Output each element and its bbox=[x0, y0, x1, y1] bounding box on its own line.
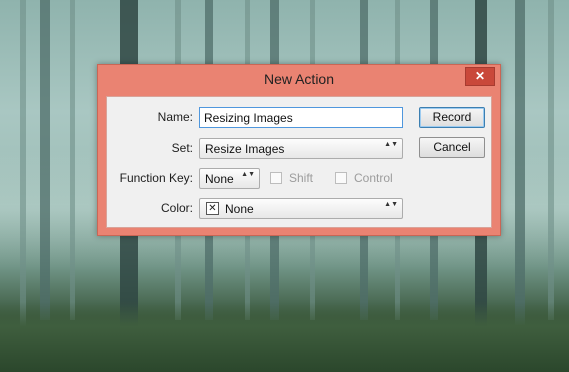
select-arrows-icon: ▲▼ bbox=[384, 141, 398, 148]
dialog-content: Name: Resizing Images Set: Resize Images… bbox=[106, 96, 492, 228]
name-input[interactable]: Resizing Images bbox=[199, 107, 403, 128]
new-action-dialog: New Action ✕ Name: Resizing Images Set: … bbox=[97, 64, 501, 236]
tree-trunk bbox=[548, 0, 554, 320]
dialog-title: New Action bbox=[263, 71, 335, 87]
dialog-titlebar[interactable]: New Action ✕ bbox=[98, 65, 500, 93]
tree-trunk bbox=[20, 0, 26, 330]
set-select-value: Resize Images bbox=[205, 142, 285, 156]
shift-checkbox[interactable] bbox=[270, 172, 282, 184]
grass-ground bbox=[0, 302, 569, 372]
tree-trunk bbox=[70, 0, 75, 320]
control-label: Control bbox=[354, 171, 393, 185]
name-label: Name: bbox=[157, 110, 193, 124]
function-key-select[interactable]: None ▲▼ bbox=[199, 168, 260, 189]
tree-trunk bbox=[515, 0, 525, 325]
function-key-select-value: None bbox=[205, 172, 234, 186]
set-label: Set: bbox=[171, 141, 193, 155]
record-button[interactable]: Record bbox=[419, 107, 485, 128]
select-arrows-icon: ▲▼ bbox=[384, 201, 398, 208]
cancel-button[interactable]: Cancel bbox=[419, 137, 485, 158]
set-select[interactable]: Resize Images ▲▼ bbox=[199, 138, 403, 159]
tree-trunk bbox=[40, 0, 50, 320]
control-checkbox[interactable] bbox=[335, 172, 347, 184]
select-arrows-icon: ▲▼ bbox=[241, 171, 255, 178]
color-select[interactable]: ✕ None ▲▼ bbox=[199, 198, 403, 219]
close-icon: ✕ bbox=[474, 69, 486, 83]
shift-label: Shift bbox=[289, 171, 314, 185]
function-key-label: Function Key: bbox=[119, 171, 193, 185]
no-color-icon: ✕ bbox=[206, 202, 219, 215]
color-label: Color: bbox=[160, 201, 193, 215]
color-select-value: None bbox=[225, 202, 254, 216]
close-button[interactable]: ✕ bbox=[465, 67, 495, 86]
